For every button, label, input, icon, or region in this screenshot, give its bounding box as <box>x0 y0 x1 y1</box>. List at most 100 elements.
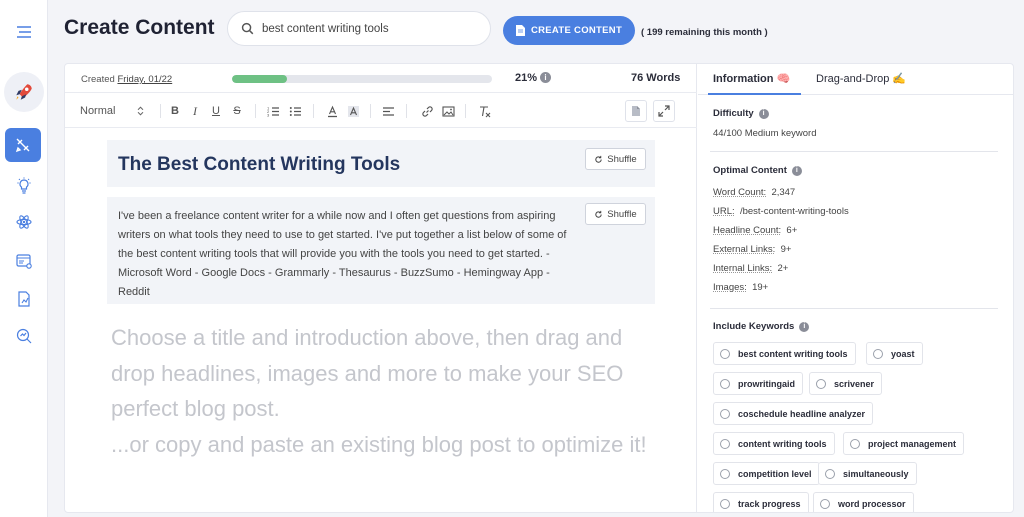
keyword-chip[interactable]: coschedule headline analyzer <box>713 402 874 425</box>
info-icon[interactable]: i <box>758 108 769 119</box>
document-chart-icon[interactable] <box>8 283 40 315</box>
score-percent: 21% <box>515 72 538 84</box>
difficulty-value: 44/100 Medium keyword <box>713 128 817 139</box>
metric-value: /best-content-writing-tools <box>739 206 849 217</box>
atom-icon[interactable] <box>8 206 40 238</box>
tab-information[interactable]: Information 🧠 <box>713 72 790 85</box>
keyword-chip[interactable]: competition level <box>713 462 820 485</box>
score-progress-bar <box>232 75 492 83</box>
radio-icon[interactable] <box>720 438 730 449</box>
content-title[interactable]: The Best Content Writing Tools <box>118 154 400 176</box>
editor-placeholder[interactable]: Choose a title and introduction above, t… <box>111 320 656 462</box>
keyword-chip[interactable]: word processor <box>813 492 914 512</box>
radio-icon[interactable] <box>873 348 883 359</box>
title-block[interactable]: The Best Content Writing Tools Shuffle <box>107 140 655 187</box>
hamburger-menu-icon[interactable] <box>8 16 40 48</box>
shuffle-title-button[interactable]: Shuffle <box>585 148 646 170</box>
link-button[interactable] <box>420 103 434 119</box>
radio-icon[interactable] <box>850 438 860 449</box>
keyword-label: project management <box>868 438 957 449</box>
text-color-icon <box>327 105 337 117</box>
keyword-label: scrivener <box>834 378 875 389</box>
bold-button[interactable]: B <box>168 103 182 119</box>
keyword-chip[interactable]: yoast <box>866 342 923 365</box>
radio-icon[interactable] <box>720 468 730 479</box>
remaining-count: ( 199 remaining this month ) <box>641 27 768 38</box>
browser-settings-icon[interactable] <box>8 245 40 277</box>
tab-drag-and-drop[interactable]: Drag-and-Drop ✍️ <box>816 72 906 85</box>
shuffle-intro-button[interactable]: Shuffle <box>585 203 646 225</box>
divider <box>465 104 466 118</box>
placeholder-line-2: ...or copy and paste an existing blog po… <box>111 431 647 457</box>
lightbulb-icon[interactable] <box>8 170 40 202</box>
bullet-list-icon <box>289 106 301 116</box>
divider <box>160 104 161 118</box>
bullet-list-button[interactable] <box>288 103 302 119</box>
strikethrough-button[interactable]: S <box>230 103 244 119</box>
keyword-chip[interactable]: track progress <box>713 492 809 512</box>
info-icon[interactable]: i <box>799 321 810 332</box>
fullscreen-button[interactable] <box>653 100 675 122</box>
updown-chevron-icon <box>137 106 144 116</box>
content-intro[interactable]: I've been a freelance content writer for… <box>118 207 568 302</box>
keyword-chip[interactable]: simultaneously <box>818 462 917 485</box>
panel-tabs: Information 🧠 Drag-and-Drop ✍️ <box>698 64 1014 95</box>
radio-icon[interactable] <box>720 378 730 389</box>
nav-content-editor[interactable] <box>5 128 41 162</box>
align-left-icon <box>382 106 394 116</box>
rocket-logo-icon[interactable] <box>4 72 44 112</box>
keyword-chip[interactable]: scrivener <box>809 372 883 395</box>
divider <box>710 151 998 152</box>
format-select[interactable]: Normal <box>80 103 144 119</box>
radio-icon[interactable] <box>825 468 835 479</box>
clear-format-button[interactable] <box>477 103 491 119</box>
link-icon <box>421 105 433 117</box>
refresh-icon <box>595 210 602 218</box>
search-input[interactable] <box>262 22 472 35</box>
text-color-button[interactable] <box>325 103 339 119</box>
underline-button[interactable]: U <box>209 103 223 119</box>
image-button[interactable] <box>441 103 455 119</box>
keyword-chip[interactable]: content writing tools <box>713 432 835 455</box>
align-button[interactable] <box>381 103 395 119</box>
page-title: Create Content <box>64 16 215 39</box>
metric-value: 2,347 <box>771 187 796 198</box>
editor-pane: Created Friday, 01/22 21% i 76 Words Nor… <box>65 64 697 512</box>
info-icon[interactable]: i <box>791 165 802 176</box>
radio-icon[interactable] <box>820 498 830 509</box>
difficulty-heading: Difficulty i <box>713 108 769 119</box>
divider <box>710 308 998 309</box>
create-content-button[interactable]: CREATE CONTENT <box>503 16 635 45</box>
keyword-chip[interactable]: prowritingaid <box>713 372 803 395</box>
radio-icon[interactable] <box>720 348 730 359</box>
radio-icon[interactable] <box>720 408 730 419</box>
shuffle-label: Shuffle <box>607 208 637 220</box>
intro-block[interactable]: I've been a freelance content writer for… <box>107 197 655 304</box>
editor-status-bar: Created Friday, 01/22 21% i 76 Words <box>65 64 697 93</box>
keyword-label: best content writing tools <box>738 348 848 359</box>
refresh-icon <box>595 155 602 163</box>
highlight-button[interactable] <box>346 103 360 119</box>
info-icon[interactable]: i <box>540 72 551 83</box>
include-keywords-label: Include Keywords <box>713 321 795 332</box>
search-analytics-icon[interactable] <box>8 320 40 352</box>
ordered-list-icon: 123 <box>267 105 279 117</box>
italic-button[interactable]: I <box>188 103 202 119</box>
ordered-list-button[interactable]: 123 <box>266 103 280 119</box>
word-count: 76 Words <box>631 72 681 84</box>
divider <box>406 104 407 118</box>
keyword-label: coschedule headline analyzer <box>738 408 866 419</box>
metric-key: External Links: <box>713 244 776 255</box>
document-view-button[interactable] <box>625 100 647 122</box>
metric-key: Word Count: <box>713 187 767 198</box>
keyword-chip[interactable]: best content writing tools <box>713 342 856 365</box>
metric-url: URL: /best-content-writing-tools <box>713 206 849 217</box>
shuffle-label: Shuffle <box>607 153 637 165</box>
metric-word-count: Word Count: 2,347 <box>713 187 795 198</box>
search-box[interactable] <box>227 11 491 46</box>
left-sidebar <box>0 0 48 517</box>
created-date[interactable]: Friday, 01/22 <box>117 74 172 85</box>
radio-icon[interactable] <box>720 498 730 509</box>
radio-icon[interactable] <box>816 378 826 389</box>
keyword-chip[interactable]: project management <box>843 432 965 455</box>
